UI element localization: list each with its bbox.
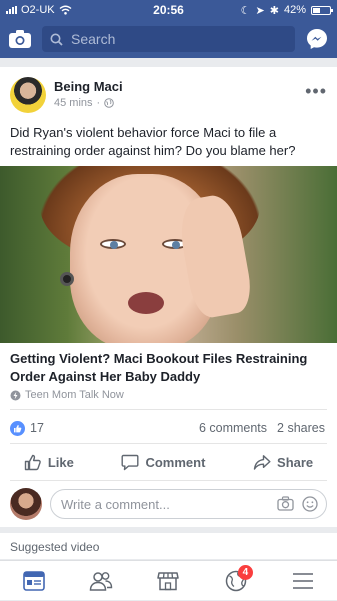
comment-label: Comment xyxy=(145,454,206,470)
like-button[interactable]: Like xyxy=(24,454,74,471)
search-placeholder: Search xyxy=(71,31,116,47)
share-count[interactable]: 2 shares xyxy=(277,421,325,435)
article-source: Teen Mom Talk Now xyxy=(25,389,124,401)
divider xyxy=(10,443,327,444)
like-count[interactable]: 17 xyxy=(30,421,44,435)
post-time[interactable]: 45 mins xyxy=(54,97,93,109)
battery-percent: 42% xyxy=(283,4,306,16)
post-header: Being Maci 45 mins · ••• xyxy=(10,77,327,117)
battery-icon xyxy=(311,5,333,15)
search-icon xyxy=(50,33,63,46)
messenger-icon[interactable] xyxy=(305,27,329,51)
tab-news-feed[interactable] xyxy=(14,561,54,601)
suggested-video-header: Suggested video xyxy=(0,533,337,559)
link-source-icon xyxy=(10,390,21,400)
suggested-video-label: Suggested video xyxy=(10,540,100,554)
moon-icon: ☾ xyxy=(240,4,251,17)
camera-icon[interactable] xyxy=(277,496,294,511)
menu-icon xyxy=(293,572,314,589)
comment-count[interactable]: 6 comments xyxy=(199,421,267,435)
notifications-badge: 4 xyxy=(237,564,253,580)
thumbs-up-icon xyxy=(24,454,41,470)
share-label: Share xyxy=(277,454,314,470)
comment-button[interactable]: Comment xyxy=(121,454,205,471)
bottom-tab-bar: 4 xyxy=(0,560,337,600)
article-image[interactable] xyxy=(0,166,337,343)
comment-input[interactable]: Write a comment... xyxy=(50,489,327,519)
post-actions: Like Comment Share xyxy=(0,448,337,476)
feed-icon xyxy=(22,570,45,591)
signal-icon xyxy=(6,6,17,14)
top-navbar: Search xyxy=(0,20,337,58)
like-reaction-icon xyxy=(10,420,25,436)
carrier-label: O2-UK xyxy=(21,4,55,16)
post-card: Being Maci 45 mins · ••• Did Ryan's viol… xyxy=(0,67,337,527)
comment-placeholder: Write a comment... xyxy=(61,496,170,512)
bluetooth-icon: ✱ xyxy=(269,4,279,17)
status-bar: O2-UK 20:56 ☾ ➤ ✱ 42% xyxy=(0,0,337,20)
tab-marketplace[interactable] xyxy=(148,561,188,601)
like-label: Like xyxy=(47,454,74,470)
tab-notifications[interactable]: 4 xyxy=(216,561,256,601)
comment-icon xyxy=(121,454,139,470)
friends-icon xyxy=(89,571,113,591)
emoji-icon[interactable] xyxy=(302,496,318,512)
reaction-counts: 17 6 comments 2 shares xyxy=(10,419,325,437)
store-icon xyxy=(157,571,180,590)
article-title[interactable]: Getting Violent? Maci Bookout Files Rest… xyxy=(10,350,325,386)
globe-icon xyxy=(104,98,115,108)
share-button[interactable]: Share xyxy=(253,454,313,471)
comment-composer: Write a comment... xyxy=(10,487,327,521)
post-text: Did Ryan's violent behavior force Maci t… xyxy=(10,125,296,158)
divider xyxy=(10,480,327,481)
tab-friends[interactable] xyxy=(81,561,121,601)
tab-menu[interactable] xyxy=(283,561,323,601)
camera-icon[interactable] xyxy=(8,29,32,49)
share-icon xyxy=(253,454,271,470)
search-input[interactable]: Search xyxy=(42,26,295,52)
wifi-icon xyxy=(59,5,72,15)
more-options-icon[interactable]: ••• xyxy=(305,81,327,102)
user-avatar[interactable] xyxy=(10,488,42,520)
post-author[interactable]: Being Maci xyxy=(54,79,123,94)
location-icon: ➤ xyxy=(255,4,265,17)
divider xyxy=(10,409,327,410)
page-avatar[interactable] xyxy=(10,77,46,113)
